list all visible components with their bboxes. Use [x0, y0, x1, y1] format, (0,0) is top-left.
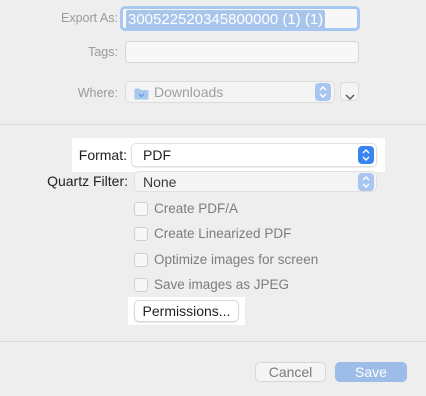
- chevron-updown-icon: [358, 146, 374, 164]
- quartz-filter-label: Quartz Filter:: [47, 173, 128, 189]
- permissions-button[interactable]: Permissions...: [134, 300, 239, 322]
- export-as-field[interactable]: 300522520345800000 (1) (1): [120, 6, 360, 31]
- save-button[interactable]: Save: [335, 362, 407, 382]
- expand-button[interactable]: [340, 82, 359, 101]
- format-value: PDF: [143, 147, 171, 163]
- create-pdfa-label: Create PDF/A: [154, 201, 239, 216]
- where-select[interactable]: Downloads: [125, 81, 335, 103]
- optimize-images-label: Optimize images for screen: [154, 252, 319, 267]
- create-pdfa-option[interactable]: Create PDF/A: [134, 201, 238, 216]
- where-value: Downloads: [154, 84, 224, 100]
- quartz-filter-select[interactable]: None: [134, 171, 377, 192]
- create-linearized-checkbox[interactable]: [134, 226, 148, 241]
- chevron-updown-icon: [358, 173, 374, 191]
- save-jpeg-label: Save images as JPEG: [154, 277, 290, 292]
- chevron-down-icon: [345, 88, 355, 106]
- folder-icon: [134, 87, 149, 105]
- format-label: Format:: [78, 147, 127, 163]
- chevron-updown-icon: [315, 83, 331, 101]
- export-as-label: Export As:: [61, 11, 118, 25]
- create-linearized-option[interactable]: Create Linearized PDF: [134, 226, 291, 241]
- create-pdfa-checkbox[interactable]: [134, 201, 148, 216]
- optimize-images-option[interactable]: Optimize images for screen: [134, 252, 318, 267]
- where-label: Where:: [77, 86, 118, 100]
- divider: [0, 124, 426, 125]
- cancel-button[interactable]: Cancel: [255, 362, 326, 382]
- save-jpeg-checkbox[interactable]: [134, 277, 148, 292]
- tags-input[interactable]: [125, 41, 359, 63]
- format-select[interactable]: PDF: [131, 143, 377, 167]
- export-as-value: 300522520345800000 (1) (1): [126, 10, 326, 29]
- save-jpeg-option[interactable]: Save images as JPEG: [134, 277, 289, 292]
- quartz-filter-value: None: [143, 174, 177, 190]
- tags-label: Tags:: [88, 45, 118, 59]
- create-linearized-label: Create Linearized PDF: [154, 226, 292, 241]
- optimize-images-checkbox[interactable]: [134, 252, 148, 267]
- divider: [0, 341, 426, 342]
